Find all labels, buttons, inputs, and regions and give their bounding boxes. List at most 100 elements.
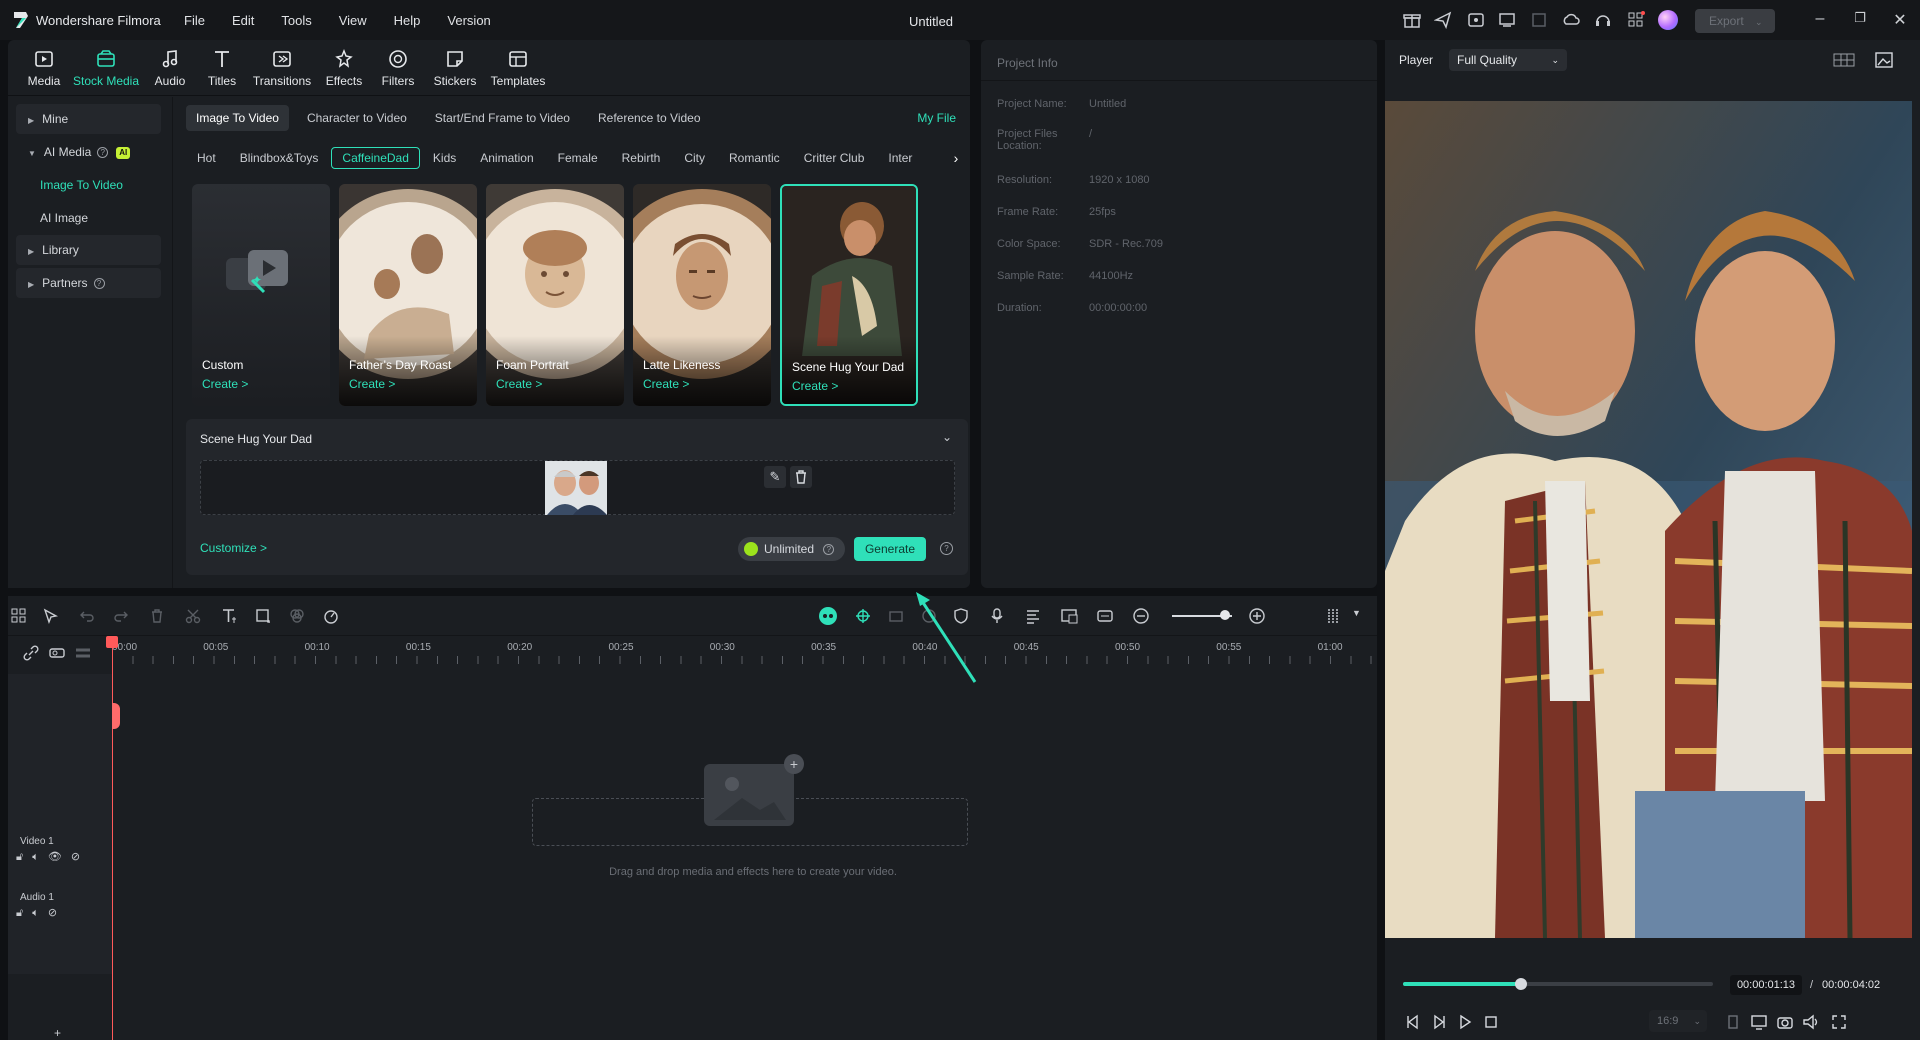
color-icon[interactable] — [288, 607, 306, 625]
category-kids[interactable]: Kids — [422, 147, 467, 169]
sidebar-item-ai-image[interactable]: AI Image — [16, 203, 161, 233]
toolbar-stickers[interactable]: Stickers — [432, 48, 478, 88]
track-manager-icon[interactable] — [74, 644, 92, 662]
mute-icon[interactable]: 🔈︎ — [32, 907, 39, 919]
category-blindbox[interactable]: Blindbox&Toys — [229, 147, 330, 169]
grid-view-icon[interactable] — [1833, 52, 1855, 68]
toolbar-audio[interactable]: Audio — [150, 48, 190, 88]
category-caffeinedad[interactable]: CaffeineDad — [331, 147, 420, 169]
customize-link[interactable]: Customize > — [200, 541, 267, 555]
add-track-icon[interactable] — [48, 644, 66, 662]
edit-icon[interactable]: ✎ — [764, 466, 786, 488]
image-upload-zone[interactable]: ✎ — [200, 460, 955, 515]
stop-icon[interactable] — [1481, 1012, 1501, 1032]
export-button[interactable]: Export ⌄ — [1695, 9, 1775, 33]
next-frame-icon[interactable] — [1429, 1012, 1449, 1032]
toolbar-effects[interactable]: Effects — [322, 48, 366, 88]
display-icon[interactable] — [1749, 1012, 1769, 1032]
chevron-down-icon[interactable]: ▼ — [1352, 608, 1361, 618]
zoom-slider-handle[interactable] — [1220, 610, 1230, 620]
delete-icon[interactable] — [148, 607, 166, 625]
layout-grid-icon[interactable] — [10, 607, 28, 625]
toolbar-filters[interactable]: Filters — [378, 48, 418, 88]
category-rebirth[interactable]: Rebirth — [611, 147, 672, 169]
unlimited-credits-badge[interactable]: Unlimited ? — [738, 537, 845, 561]
sidebar-item-library[interactable]: ▶ Library — [16, 235, 161, 265]
scissors-icon[interactable] — [184, 607, 202, 625]
tab-start-end-frame[interactable]: Start/End Frame to Video — [425, 105, 580, 131]
gift-icon[interactable] — [1403, 11, 1421, 29]
quality-dropdown[interactable]: Full Quality ⌄ — [1449, 49, 1567, 71]
cloud-project-icon[interactable] — [1467, 11, 1485, 29]
lock-icon[interactable]: 🔓︎ — [16, 907, 23, 919]
ai-mate-icon[interactable] — [818, 606, 838, 626]
chevron-down-icon[interactable]: ⌄ — [942, 430, 952, 444]
template-card-latte-likeness[interactable]: Latte Likeness Create > — [633, 184, 771, 406]
zoom-out-icon[interactable] — [1132, 607, 1150, 625]
add-track-plus-icon[interactable]: + — [54, 1026, 61, 1040]
category-female[interactable]: Female — [547, 147, 609, 169]
generate-button[interactable]: Generate — [854, 537, 926, 561]
playback-progress-bar[interactable] — [1403, 978, 1713, 990]
card-create-link[interactable]: Create > — [496, 377, 542, 391]
minimize-icon[interactable]: – — [1810, 10, 1830, 30]
sidebar-item-ai-media[interactable]: ▼ AI Media? AI — [16, 137, 161, 167]
render-icon[interactable] — [920, 607, 938, 625]
crop-icon[interactable] — [254, 607, 272, 625]
playhead-handle[interactable] — [112, 703, 120, 729]
template-card-fathers-day-roast[interactable]: Father's Day Roast Create > — [339, 184, 477, 406]
headset-icon[interactable] — [1594, 11, 1612, 29]
help-icon[interactable]: ? — [93, 278, 105, 290]
hide-track-icon[interactable]: ⊘ — [71, 851, 80, 863]
play-icon[interactable] — [1455, 1012, 1475, 1032]
toolbar-titles[interactable]: Titles — [204, 48, 240, 88]
previous-frame-icon[interactable] — [1403, 1012, 1423, 1032]
sidebar-item-partners[interactable]: ▶ Partners? — [16, 268, 161, 298]
camera-record-icon[interactable] — [888, 607, 906, 625]
playhead[interactable] — [106, 636, 118, 1040]
restore-icon[interactable]: ❐ — [1850, 10, 1870, 30]
hide-track-icon[interactable]: ⊘ — [48, 907, 57, 919]
close-icon[interactable]: ✕ — [1890, 10, 1910, 30]
category-hot[interactable]: Hot — [186, 147, 227, 169]
auto-sync-icon[interactable] — [854, 607, 872, 625]
upload-cloud-icon[interactable] — [1562, 11, 1580, 29]
toolbar-transitions[interactable]: Transitions — [252, 48, 312, 88]
redo-icon[interactable] — [112, 607, 130, 625]
fit-icon[interactable] — [1096, 607, 1114, 625]
toolbar-stock-media[interactable]: Stock Media — [70, 48, 142, 88]
help-icon[interactable]: ? — [97, 147, 109, 159]
avatar[interactable] — [1658, 10, 1678, 30]
progress-handle[interactable] — [1514, 978, 1527, 990]
select-tool-icon[interactable] — [42, 607, 60, 625]
microphone-icon[interactable] — [988, 607, 1006, 625]
tab-reference-to-video[interactable]: Reference to Video — [588, 105, 711, 131]
timeline-ruler[interactable]: 00:00 00:05 00:10 00:15 00:20 00:25 00:30 00:35… — [112, 636, 1377, 664]
zoom-in-icon[interactable] — [1248, 607, 1266, 625]
toolbar-templates[interactable]: Templates — [490, 48, 546, 88]
template-card-custom[interactable]: ✦ Custom Create > — [192, 184, 330, 406]
track-layout-icon[interactable] — [1324, 607, 1342, 625]
mute-icon[interactable]: 🔈︎ — [32, 851, 39, 863]
my-file-link[interactable]: My File — [917, 105, 956, 131]
undo-icon[interactable] — [78, 607, 96, 625]
category-critter-club[interactable]: Critter Club — [793, 147, 876, 169]
category-romantic[interactable]: Romantic — [718, 147, 791, 169]
link-icon[interactable] — [22, 644, 40, 662]
category-inter[interactable]: Inter — [877, 147, 923, 169]
save-icon[interactable] — [1530, 11, 1548, 29]
text-tool-icon[interactable] — [220, 607, 238, 625]
shield-icon[interactable] — [952, 607, 970, 625]
video-preview[interactable] — [1385, 101, 1912, 938]
help-icon[interactable]: ? — [823, 544, 835, 556]
audio-mixer-icon[interactable] — [1024, 607, 1042, 625]
help-icon[interactable]: ? — [940, 542, 953, 555]
aspect-ratio-dropdown[interactable]: 16:9 ⌄ — [1649, 1010, 1707, 1032]
fullscreen-icon[interactable] — [1829, 1012, 1849, 1032]
lock-icon[interactable]: 🔓︎ — [16, 851, 23, 863]
toolbar-media[interactable]: Media — [20, 48, 68, 88]
card-create-link[interactable]: Create > — [792, 379, 838, 393]
tab-image-to-video[interactable]: Image To Video — [186, 105, 289, 131]
template-card-scene-hug-your-dad[interactable]: Scene Hug Your Dad Create > — [780, 184, 918, 406]
card-create-link[interactable]: Create > — [643, 377, 689, 391]
